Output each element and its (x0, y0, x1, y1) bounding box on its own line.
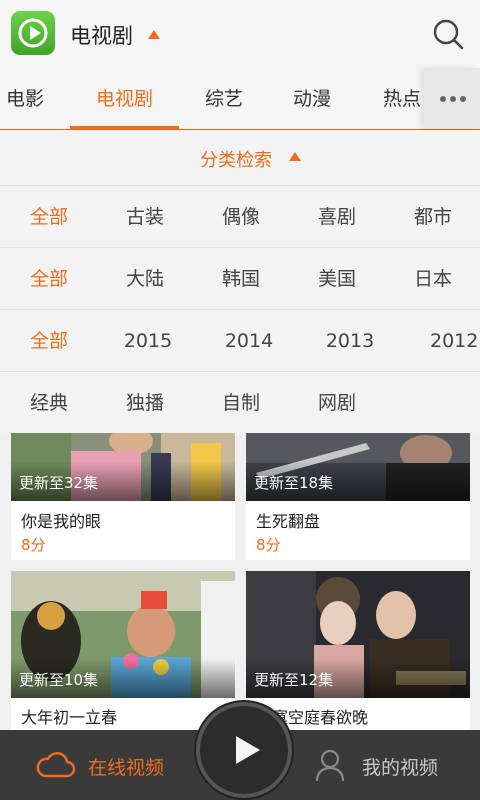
filter-option[interactable]: 喜剧 (297, 186, 377, 248)
play-button[interactable] (196, 702, 292, 798)
series-grid: 更新至32集 你是我的眼 8分 更新至18集 生死翻盘 8分 更新至10集 大年… (0, 433, 480, 730)
series-title: 生死翻盘 (256, 512, 321, 531)
series-score: 8分 (256, 536, 281, 554)
cloud-icon (36, 752, 76, 778)
app-header: 电视剧 (0, 0, 480, 68)
filter-option[interactable]: 全部 (9, 310, 89, 372)
filter-option[interactable]: 经典 (9, 372, 89, 434)
filter-option[interactable]: 2014 (209, 310, 289, 372)
episode-badge: 更新至12集 (254, 671, 334, 689)
filter-option[interactable]: 2013 (310, 310, 390, 372)
episode-badge: 更新至32集 (19, 474, 99, 492)
category-tabs: 电影 电视剧 综艺 动漫 热点 (0, 68, 480, 130)
thumbnail: 更新至10集 (11, 571, 235, 698)
caret-up-icon (289, 152, 301, 161)
series-title: 大年初一立春 (21, 708, 118, 727)
tab-tv-series[interactable]: 电视剧 (70, 68, 179, 129)
active-tab-indicator (70, 126, 179, 129)
filter-title: 分类检索 (200, 150, 272, 171)
series-card[interactable]: 更新至32集 你是我的眼 8分 (11, 433, 235, 560)
filter-option[interactable]: 大陆 (105, 248, 185, 310)
filter-toggle[interactable]: 分类检索 (0, 131, 480, 185)
play-logo-icon[interactable] (11, 11, 55, 55)
thumbnail: 更新至12集 (246, 571, 470, 698)
search-icon[interactable] (430, 16, 466, 52)
play-icon (236, 736, 260, 764)
nav-online-label: 在线视频 (88, 757, 165, 779)
filter-option[interactable]: 全部 (9, 186, 89, 248)
filter-panel: 分类检索 全部 古装 偶像 喜剧 都市 全部 大陆 韩国 美国 日本 全部 20… (0, 131, 480, 433)
tab-anime[interactable]: 动漫 (272, 68, 352, 129)
tab-variety[interactable]: 综艺 (184, 68, 264, 129)
more-dots-icon (440, 96, 466, 102)
filter-option[interactable]: 全部 (9, 248, 89, 310)
filter-row-region: 全部 大陆 韩国 美国 日本 (0, 247, 480, 309)
filter-option[interactable]: 网剧 (297, 372, 377, 434)
filter-row-type: 经典 独播 自制 网剧 (0, 371, 480, 433)
page-title[interactable]: 电视剧 (70, 20, 133, 50)
filter-option[interactable]: 2015 (108, 310, 188, 372)
thumbnail: 更新至32集 (11, 433, 235, 501)
filter-option[interactable]: 古装 (105, 186, 185, 248)
filter-option[interactable]: 都市 (393, 186, 473, 248)
filter-option[interactable]: 韩国 (201, 248, 281, 310)
episode-badge: 更新至18集 (254, 474, 334, 492)
filter-row-genre: 全部 古装 偶像 喜剧 都市 (0, 185, 480, 247)
series-score: 8分 (21, 536, 46, 554)
tab-movies[interactable]: 电影 (0, 68, 50, 129)
caret-up-icon[interactable] (148, 30, 160, 39)
nav-mine-label: 我的视频 (362, 757, 439, 779)
filter-option[interactable]: 2012 (411, 310, 480, 372)
episode-badge: 更新至10集 (19, 671, 99, 689)
filter-option[interactable]: 独播 (105, 372, 185, 434)
nav-online-video[interactable]: 在线视频 (0, 730, 200, 800)
nav-my-video[interactable]: 我的视频 (290, 730, 480, 800)
filter-option[interactable]: 美国 (297, 248, 377, 310)
filter-option[interactable]: 日本 (393, 248, 473, 310)
filter-option[interactable]: 自制 (201, 372, 281, 434)
filter-row-year: 全部 2015 2014 2013 2012 (0, 309, 480, 371)
thumbnail: 更新至18集 (246, 433, 470, 501)
series-card[interactable]: 更新至18集 生死翻盘 8分 (246, 433, 470, 560)
filter-option[interactable]: 偶像 (201, 186, 281, 248)
user-icon (315, 749, 345, 782)
series-title: 你是我的眼 (21, 512, 102, 531)
more-tabs-button[interactable] (424, 68, 480, 129)
